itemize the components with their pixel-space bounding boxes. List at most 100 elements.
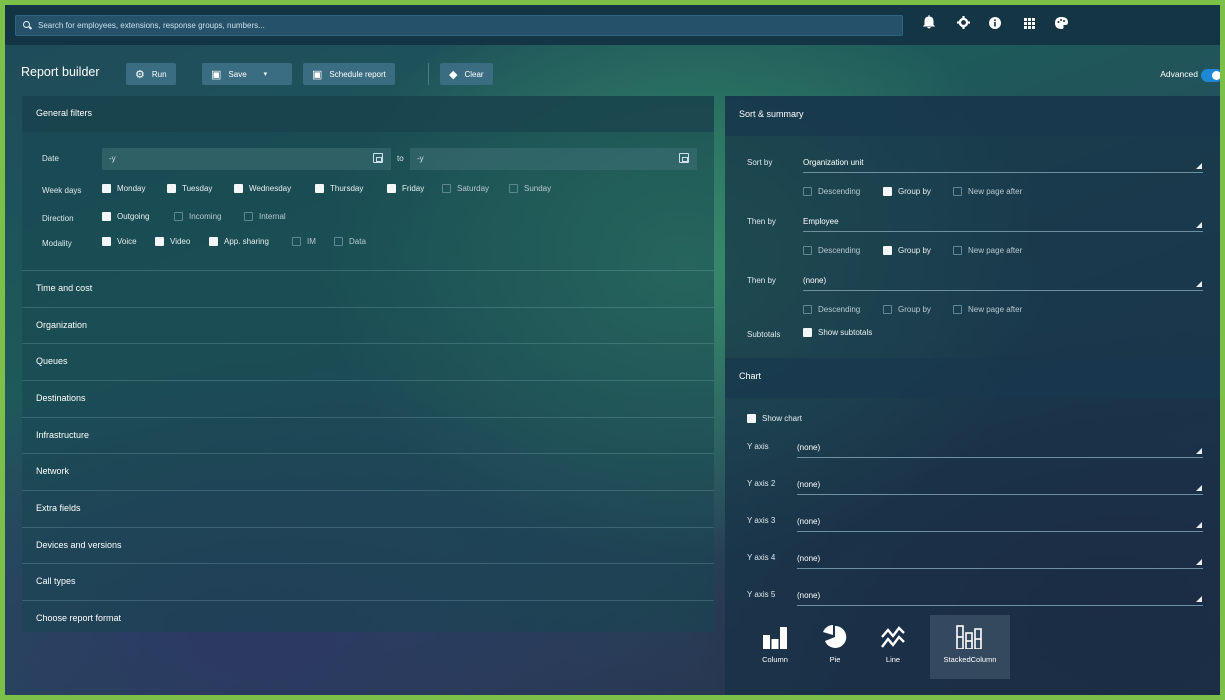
page-title: Report builder: [21, 65, 100, 79]
direction-row: Direction Outgoing Incoming Internal: [22, 212, 714, 226]
direction-label: Direction: [42, 214, 74, 223]
chart-header[interactable]: Chart: [725, 358, 1220, 398]
section-infrastructure[interactable]: Infrastructure: [22, 417, 714, 453]
section-extra-fields[interactable]: Extra fields: [22, 490, 714, 526]
chart-type-line[interactable]: Line: [871, 615, 915, 679]
y-axis-3-label: Y axis 3: [747, 516, 776, 525]
filters-panel: General filters Date -y to -y Week days …: [22, 96, 714, 632]
y-axis-4-select[interactable]: (none): [797, 551, 1203, 569]
toolbar-divider: [428, 63, 429, 85]
sort-by-options: Descending Group by New page after: [803, 187, 1203, 201]
section-choose-report-format[interactable]: Choose report format: [22, 600, 714, 636]
general-filters-header[interactable]: General filters: [22, 96, 714, 132]
date-from-input[interactable]: -y: [102, 148, 391, 170]
section-call-types[interactable]: Call types: [22, 563, 714, 599]
checkbox-saturday[interactable]: Saturday: [442, 184, 489, 193]
checkbox-show-subtotals[interactable]: Show subtotals: [803, 328, 872, 337]
sort-by-select[interactable]: Organization unit: [803, 155, 1203, 173]
y-axis-3-select[interactable]: (none): [797, 514, 1203, 532]
then-by-select-2[interactable]: (none): [803, 273, 1203, 291]
checkbox-group-by-1[interactable]: Group by: [883, 187, 931, 196]
then-by-select-1[interactable]: Employee: [803, 214, 1203, 232]
week-days-label: Week days: [42, 186, 82, 195]
calendar-icon[interactable]: [373, 153, 383, 163]
search-input[interactable]: Search for employees, extensions, respon…: [15, 15, 903, 36]
search-placeholder: Search for employees, extensions, respon…: [38, 21, 265, 30]
checkbox-descending-1[interactable]: Descending: [803, 187, 860, 196]
chart-type-stackedcolumn[interactable]: StackedColumn: [930, 615, 1010, 679]
gear-icon[interactable]: [953, 15, 973, 35]
checkbox-wednesday[interactable]: Wednesday: [234, 184, 291, 193]
section-devices-and-versions[interactable]: Devices and versions: [22, 527, 714, 563]
save-button[interactable]: ▣ Save ▾: [202, 63, 292, 85]
sort-chart-panel: Sort & summary Sort by Organization unit…: [725, 96, 1220, 695]
date-to-input[interactable]: -y: [410, 148, 697, 170]
sort-summary-header[interactable]: Sort & summary: [725, 96, 1220, 136]
checkbox-incoming[interactable]: Incoming: [174, 212, 221, 221]
checkbox-app-sharing[interactable]: App. sharing: [209, 237, 269, 246]
then-by-options-2: Descending Group by New page after: [803, 305, 1203, 319]
checkbox-video[interactable]: Video: [155, 237, 190, 246]
date-to-value: -y: [417, 154, 424, 163]
checkbox-thursday[interactable]: Thursday: [315, 184, 363, 193]
top-bar: Search for employees, extensions, respon…: [5, 5, 1220, 45]
chart-type-pie[interactable]: Pie: [813, 615, 857, 679]
y-axis-4-label: Y axis 4: [747, 553, 776, 562]
save-icon: ▣: [211, 68, 222, 81]
clear-label: Clear: [464, 69, 484, 79]
y-axis-5-select[interactable]: (none): [797, 588, 1203, 606]
section-time-and-cost[interactable]: Time and cost: [22, 270, 714, 306]
bell-icon[interactable]: [919, 15, 939, 35]
checkbox-internal[interactable]: Internal: [244, 212, 286, 221]
then-by-label: Then by: [747, 276, 776, 285]
info-icon[interactable]: [985, 15, 1005, 35]
y-axis-2-select[interactable]: (none): [797, 477, 1203, 495]
advanced-toggle[interactable]: [1201, 69, 1220, 82]
column-chart-icon: [763, 627, 787, 649]
checkbox-new-page-2[interactable]: New page after: [953, 246, 1022, 255]
checkbox-group-by-2[interactable]: Group by: [883, 246, 931, 255]
gears-icon: ⚙: [135, 68, 145, 81]
line-chart-icon: [881, 626, 905, 648]
checkbox-friday[interactable]: Friday: [387, 184, 424, 193]
clear-button[interactable]: ◆ Clear: [440, 63, 493, 85]
chart-type-column[interactable]: Column: [753, 615, 797, 679]
save-icon: ▣: [312, 68, 323, 81]
checkbox-outgoing[interactable]: Outgoing: [102, 212, 149, 221]
section-network[interactable]: Network: [22, 453, 714, 489]
y-axis-label: Y axis: [747, 442, 769, 451]
checkbox-descending-3[interactable]: Descending: [803, 305, 860, 314]
run-button[interactable]: ⚙ Run: [126, 63, 176, 85]
report-builder-window: Search for employees, extensions, respon…: [5, 5, 1220, 695]
checkbox-new-page-3[interactable]: New page after: [953, 305, 1022, 314]
checkbox-new-page-1[interactable]: New page after: [953, 187, 1022, 196]
checkbox-group-by-3[interactable]: Group by: [883, 305, 931, 314]
modality-row: Modality Voice Video App. sharing IM Dat…: [22, 237, 714, 251]
palette-icon[interactable]: [1051, 15, 1071, 35]
section-organization[interactable]: Organization: [22, 307, 714, 343]
pie-chart-icon: [823, 625, 847, 648]
caret-down-icon[interactable]: ▾: [264, 70, 268, 78]
section-destinations[interactable]: Destinations: [22, 380, 714, 416]
y-axis-select[interactable]: (none): [797, 440, 1203, 458]
eraser-icon: ◆: [449, 68, 458, 81]
grid-icon[interactable]: [1019, 15, 1039, 35]
schedule-label: Schedule report: [329, 69, 386, 79]
week-days-row: Week days Monday Tuesday Wednesday Thurs…: [22, 184, 714, 198]
section-queues[interactable]: Queues: [22, 343, 714, 379]
checkbox-descending-2[interactable]: Descending: [803, 246, 860, 255]
search-icon: [23, 21, 32, 30]
schedule-report-button[interactable]: ▣ Schedule report: [303, 63, 395, 85]
checkbox-sunday[interactable]: Sunday: [509, 184, 551, 193]
then-by-label: Then by: [747, 217, 776, 226]
date-to-label: to: [397, 154, 404, 163]
subtotals-label: Subtotals: [747, 330, 781, 339]
stacked-column-chart-icon: [956, 625, 982, 649]
checkbox-tuesday[interactable]: Tuesday: [167, 184, 212, 193]
checkbox-voice[interactable]: Voice: [102, 237, 137, 246]
checkbox-im[interactable]: IM: [292, 237, 316, 246]
checkbox-show-chart[interactable]: Show chart: [747, 414, 802, 423]
checkbox-monday[interactable]: Monday: [102, 184, 145, 193]
checkbox-data[interactable]: Data: [334, 237, 366, 246]
calendar-icon[interactable]: [679, 153, 689, 163]
